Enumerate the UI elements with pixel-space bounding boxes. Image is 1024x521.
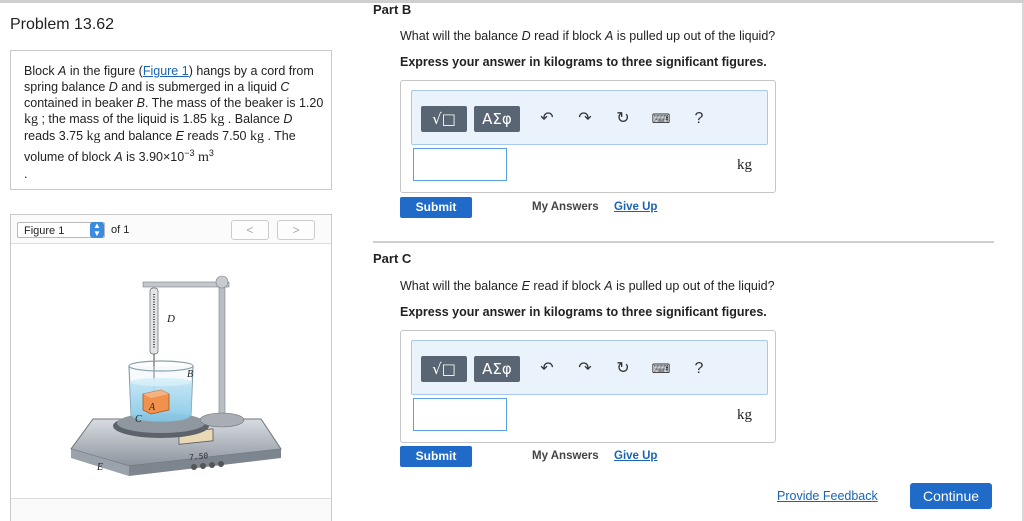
keyboard-icon[interactable]: ⌨ — [648, 356, 674, 382]
part-b-title: Part B — [373, 2, 412, 17]
stand-foot — [199, 412, 245, 428]
select-arrows-icon: ▲ ▼ — [90, 222, 104, 238]
label-a: A — [148, 402, 156, 413]
liquid-surface — [130, 378, 192, 386]
part-c-give-up-link[interactable]: Give Up — [614, 450, 657, 462]
part-divider — [373, 241, 994, 243]
part-c-unit: kg — [737, 407, 752, 423]
part-c-submit-button[interactable]: Submit — [400, 446, 472, 467]
part-b-answer-input[interactable] — [413, 148, 507, 181]
part-b-unit: kg — [737, 157, 752, 173]
continue-button[interactable]: Continue — [910, 483, 992, 509]
greek-symbols-button[interactable]: ΑΣφ — [474, 106, 520, 132]
label-e: E — [96, 462, 103, 473]
problem-statement: Block A in the figure (Figure 1) hangs b… — [24, 64, 324, 182]
next-figure-button[interactable]: > — [277, 220, 315, 240]
part-b-question: What will the balance D read if block A … — [400, 29, 776, 43]
problem-panel: Problem 13.62 Block A in the figure (Fig… — [10, 3, 334, 521]
help-button[interactable]: ? — [686, 106, 712, 132]
math-toolbar: √□ ΑΣφ ↶ ↷ ↻ ⌨ ? — [411, 340, 768, 395]
scale-button — [191, 464, 197, 470]
greek-symbols-button[interactable]: ΑΣφ — [474, 356, 520, 382]
undo-icon[interactable]: ↶ — [534, 356, 560, 382]
scale-button — [200, 463, 206, 469]
stand-pole — [218, 281, 226, 418]
label-c: C — [135, 414, 142, 425]
reset-icon[interactable]: ↻ — [610, 356, 636, 382]
label-d: D — [166, 313, 175, 325]
part-c-my-answers-link[interactable]: My Answers — [532, 450, 599, 462]
part-b-give-up-link[interactable]: Give Up — [614, 201, 657, 213]
scale-button — [218, 461, 224, 467]
templates-button[interactable]: √□ — [421, 106, 467, 132]
stand-clamp — [215, 275, 229, 289]
templates-button[interactable]: √□ — [421, 356, 467, 382]
answer-area: Part B What will the balance D read if b… — [373, 0, 1024, 521]
redo-icon[interactable]: ↷ — [572, 106, 598, 132]
help-button[interactable]: ? — [686, 356, 712, 382]
part-c-question: What will the balance E read if block A … — [400, 279, 775, 293]
part-c-instructions: Express your answer in kilograms to thre… — [400, 305, 767, 319]
problem-title: Problem 13.62 — [10, 16, 115, 33]
keyboard-icon[interactable]: ⌨ — [648, 106, 674, 132]
figure-toolbar: Figure 1 ▲ ▼ of 1 < > — [11, 215, 331, 244]
part-b-instructions: Express your answer in kilograms to thre… — [400, 55, 767, 69]
figure-illustration: 7.50 D B A C E — [70, 275, 282, 476]
figure-panel: Figure 1 ▲ ▼ of 1 < > 7.50 D B A C E — [10, 214, 332, 521]
part-c-answer-input[interactable] — [413, 398, 507, 431]
redo-icon[interactable]: ↷ — [572, 356, 598, 382]
figure-select[interactable]: Figure 1 ▲ ▼ — [17, 222, 105, 238]
math-toolbar: √□ ΑΣφ ↶ ↷ ↻ ⌨ ? — [411, 90, 768, 145]
scale-button — [209, 462, 215, 468]
part-b-my-answers-link[interactable]: My Answers — [532, 201, 599, 213]
part-b-answer-panel: √□ ΑΣφ ↶ ↷ ↻ ⌨ ? kg — [400, 80, 776, 193]
undo-icon[interactable]: ↶ — [534, 106, 560, 132]
reset-icon[interactable]: ↻ — [610, 106, 636, 132]
problem-statement-box: Block A in the figure (Figure 1) hangs b… — [10, 50, 332, 190]
figure-count: of 1 — [111, 224, 130, 236]
prev-figure-button[interactable]: < — [231, 220, 269, 240]
provide-feedback-link[interactable]: Provide Feedback — [777, 489, 878, 503]
figure-footer — [11, 498, 331, 521]
part-c-answer-panel: √□ ΑΣφ ↶ ↷ ↻ ⌨ ? kg — [400, 330, 776, 443]
figure-link[interactable]: Figure 1 — [143, 64, 189, 78]
part-b-submit-button[interactable]: Submit — [400, 197, 472, 218]
label-b: B — [187, 369, 193, 380]
part-c-title: Part C — [373, 251, 412, 266]
